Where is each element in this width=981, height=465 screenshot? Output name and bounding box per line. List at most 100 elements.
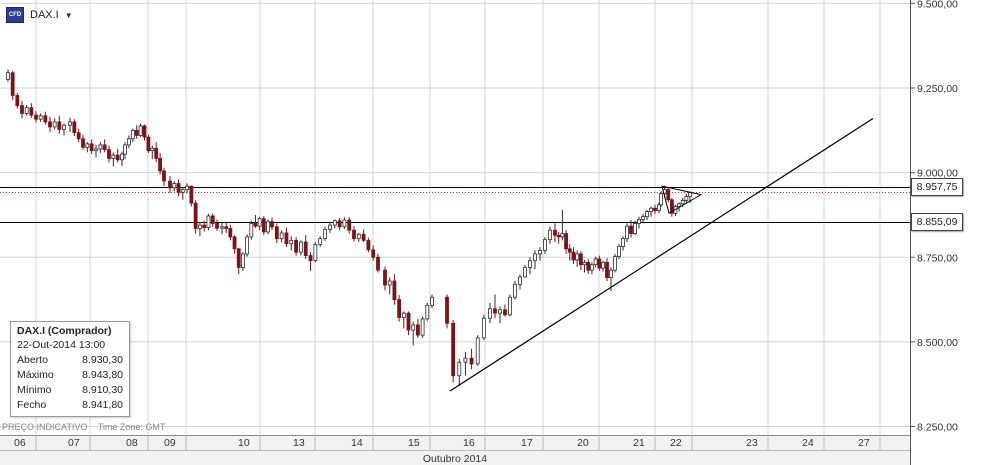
candle-body (123, 144, 127, 155)
candle-body (347, 219, 352, 231)
candle-body (641, 216, 645, 220)
timezone-label: Time Zone: GMT (97, 422, 166, 432)
candle-body (401, 312, 406, 318)
candle-body (590, 264, 594, 271)
candle-body (138, 125, 143, 136)
candle-body (162, 170, 166, 182)
candle-body (553, 229, 557, 236)
candle-body (274, 226, 279, 240)
y-tick-label: 8.250,00 (917, 422, 958, 434)
candle-body (617, 246, 621, 257)
candle-body (94, 148, 98, 152)
candle-body (564, 233, 568, 250)
x-tick-label: 23 (746, 437, 758, 449)
candle-body (657, 204, 661, 211)
candle-body (24, 107, 29, 114)
candle-body (361, 233, 366, 241)
candle-body (6, 72, 10, 80)
candle-body (102, 144, 107, 151)
candle-body (210, 215, 215, 224)
x-tick-label: 09 (164, 437, 176, 449)
candle-body (107, 149, 111, 159)
ohlc-value: 8.910,30 (82, 384, 123, 396)
candle-body (637, 218, 641, 224)
candle-body (62, 124, 66, 130)
ohlc-label: Máximo (17, 369, 54, 381)
ohlc-value: 8.930,30 (82, 354, 123, 366)
candle-body (130, 129, 135, 140)
candle-body (185, 185, 189, 190)
candle-body (236, 248, 241, 268)
candle-body (523, 267, 527, 278)
price-chart[interactable]: 9.500,009.250,009.000,008.750,008.500,00… (0, 0, 981, 465)
candle-body (332, 220, 337, 226)
candle-body (134, 129, 139, 136)
x-tick-label: 07 (68, 437, 80, 449)
symbol-selector[interactable]: CFD DAX.I ▼ (6, 6, 73, 24)
ohlc-row-open: Aberto 8.930,30 (17, 353, 123, 368)
candle-body (228, 228, 233, 238)
candle-body (323, 229, 327, 240)
x-tick-label: 15 (408, 437, 420, 449)
horizontal-lines (0, 187, 910, 223)
candle-body (653, 207, 657, 211)
candle-body (609, 269, 613, 278)
candle-body (406, 312, 411, 331)
x-tick-label: 17 (521, 437, 533, 449)
y-tick-label: 9.500,00 (917, 0, 958, 10)
ohlc-label: Mínimo (17, 384, 52, 396)
candle-body (337, 220, 342, 228)
x-tick-label: 27 (858, 437, 870, 449)
candle-body (215, 223, 219, 229)
candle-body (245, 236, 249, 255)
ohlc-value: 8.941,80 (82, 399, 123, 411)
candle-body (508, 296, 512, 316)
candle-body (666, 189, 671, 201)
candle-body (633, 223, 637, 234)
candle-body (270, 221, 274, 228)
symbol-name: DAX.I (30, 9, 59, 21)
candle-body (659, 193, 663, 206)
candle-body (10, 72, 15, 96)
candle-body (224, 226, 229, 229)
candle-body (548, 229, 552, 241)
candle-body (425, 304, 430, 320)
candle-body (249, 223, 254, 238)
candle-body (115, 154, 120, 161)
ohlc-value: 8.943,80 (82, 369, 123, 381)
trendline (449, 117, 874, 392)
ohlc-datetime: 22-Out-2014 13:00 (17, 339, 106, 351)
candle-body (68, 121, 72, 126)
candle-body (76, 132, 81, 140)
ohlc-title: DAX.I (Comprador) (17, 325, 112, 337)
price-marker-label: 8.957,75 (911, 177, 963, 196)
candle-body (289, 239, 294, 245)
candle-body (680, 200, 685, 205)
x-tick-label: 16 (463, 437, 475, 449)
candle-body (538, 250, 542, 255)
candle-body (279, 232, 284, 240)
candle-body (556, 234, 561, 238)
candle-body (158, 158, 163, 172)
candle-body (34, 114, 38, 120)
candle-body (457, 361, 462, 377)
candle-body (38, 115, 43, 120)
candle-body (593, 258, 598, 266)
x-tick-label: 20 (577, 437, 589, 449)
candle-body (257, 218, 262, 227)
candle-body (180, 189, 185, 193)
candle-body (463, 357, 468, 363)
candle-body (220, 226, 224, 229)
candle-body (193, 202, 198, 229)
candle-body (528, 260, 532, 268)
x-tick-label: 08 (126, 437, 138, 449)
candle-body (488, 308, 492, 319)
candle-body (605, 261, 609, 278)
x-tick-label: 06 (14, 437, 26, 449)
candle-body (206, 215, 211, 228)
candle-body (366, 239, 371, 251)
candle-body (601, 261, 605, 269)
candle-body (371, 249, 376, 258)
candle-body (253, 223, 258, 227)
candle-body (493, 308, 497, 314)
